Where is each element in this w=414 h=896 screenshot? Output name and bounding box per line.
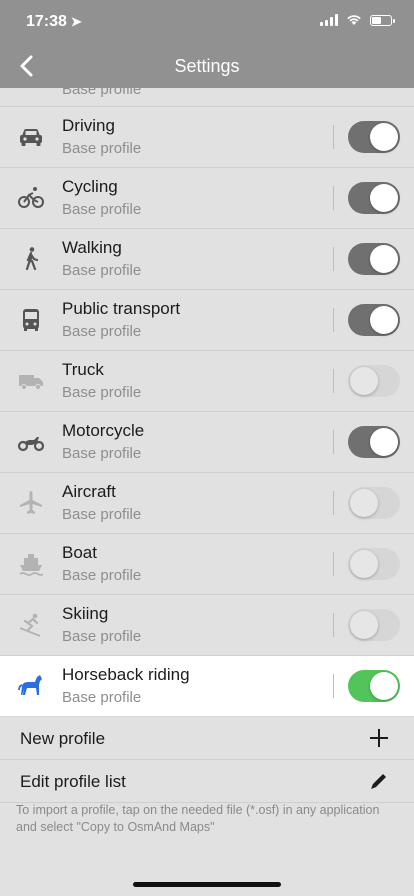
profile-toggle[interactable]: [348, 487, 400, 519]
profile-subtitle: Base profile: [62, 689, 142, 706]
profile-subtitle: Base profile: [62, 567, 142, 584]
profile-toggle[interactable]: [348, 670, 400, 702]
profile-toggle[interactable]: [348, 426, 400, 458]
edit-profile-list-label: Edit profile list: [20, 772, 126, 791]
wifi-icon: [347, 15, 361, 25]
profile-toggle[interactable]: [348, 243, 400, 275]
profile-toggle[interactable]: [348, 365, 400, 397]
profile-row-driving[interactable]: Driving Base profile: [0, 107, 414, 168]
pedestrian-icon: [25, 247, 39, 271]
profile-row-partial[interactable]: Base profile: [0, 88, 414, 107]
motorcycle-icon: [17, 437, 45, 452]
profile-subtitle: Base profile: [62, 201, 142, 218]
profile-subtitle: Base profile: [62, 323, 142, 340]
profile-name: Walking: [62, 238, 122, 257]
profile-row-motorcycle[interactable]: Motorcycle Base profile: [0, 412, 414, 473]
airplane-icon: [20, 491, 42, 514]
profile-row-aircraft[interactable]: Aircraft Base profile: [0, 473, 414, 534]
profile-name: Driving: [62, 116, 115, 135]
profile-row-skiing[interactable]: Skiing Base profile: [0, 595, 414, 656]
edit-profile-list-button[interactable]: Edit profile list: [0, 760, 414, 803]
profile-subtitle: Base profile: [62, 88, 142, 98]
home-indicator[interactable]: [133, 882, 281, 887]
divider: [333, 247, 334, 271]
profile-toggle[interactable]: [348, 121, 400, 153]
profile-subtitle: Base profile: [62, 506, 142, 523]
profile-subtitle: Base profile: [62, 628, 142, 645]
truck-icon: [19, 375, 43, 390]
profile-toggle[interactable]: [348, 548, 400, 580]
profile-row-public-transport[interactable]: Public transport Base profile: [0, 290, 414, 351]
profile-subtitle: Base profile: [62, 384, 142, 401]
profile-toggle[interactable]: [348, 304, 400, 336]
cellular-signal-icon: [320, 14, 338, 26]
horse-icon: [18, 675, 42, 695]
status-bar: 17:38 ➤: [0, 0, 414, 44]
page-title: Settings: [174, 56, 240, 76]
car-icon: [20, 129, 42, 146]
clock-text: 17:38: [26, 13, 67, 30]
divider: [333, 674, 334, 698]
status-icons: [320, 14, 395, 26]
divider: [333, 369, 334, 393]
profile-subtitle: Base profile: [62, 140, 142, 157]
profile-row-cycling[interactable]: Cycling Base profile: [0, 168, 414, 229]
profile-toggle[interactable]: [348, 182, 400, 214]
divider: [333, 308, 334, 332]
profile-row-walking[interactable]: Walking Base profile: [0, 229, 414, 290]
profile-toggle[interactable]: [348, 609, 400, 641]
profile-name: Motorcycle: [62, 421, 145, 440]
profile-row-horseback-riding[interactable]: Horseback riding Base profile: [0, 656, 414, 717]
location-arrow-icon: ➤: [70, 14, 82, 29]
divider: [333, 552, 334, 576]
profile-name: Horseback riding: [62, 665, 190, 684]
bicycle-icon: [18, 187, 44, 208]
profile-row-boat[interactable]: Boat Base profile: [0, 534, 414, 595]
profile-subtitle: Base profile: [62, 262, 142, 279]
divider: [333, 186, 334, 210]
status-time: 17:38 ➤: [26, 13, 82, 31]
profile-subtitle: Base profile: [62, 445, 142, 462]
plus-icon: [370, 729, 388, 747]
new-profile-label: New profile: [20, 729, 106, 748]
new-profile-button[interactable]: New profile: [0, 717, 414, 760]
divider: [333, 430, 334, 454]
bus-icon: [23, 309, 39, 331]
import-hint-text: To import a profile, tap on the needed f…: [16, 803, 380, 834]
battery-icon: [370, 14, 395, 26]
boat-icon: [19, 554, 44, 576]
divider: [333, 491, 334, 515]
profile-name: Skiing: [62, 604, 109, 623]
divider: [333, 125, 334, 149]
skiing-icon: [19, 613, 41, 637]
divider: [333, 613, 334, 637]
nav-bar: Settings: [0, 44, 414, 88]
profile-list: Base profile Driving Base profile Cyclin…: [0, 88, 414, 803]
profile-name: Boat: [62, 543, 97, 562]
pencil-icon: [371, 774, 386, 789]
profile-name: Truck: [62, 360, 104, 379]
profile-row-truck[interactable]: Truck Base profile: [0, 351, 414, 412]
profile-name: Aircraft: [62, 482, 116, 501]
profile-name: Cycling: [62, 177, 118, 196]
profile-name: Public transport: [62, 299, 181, 318]
